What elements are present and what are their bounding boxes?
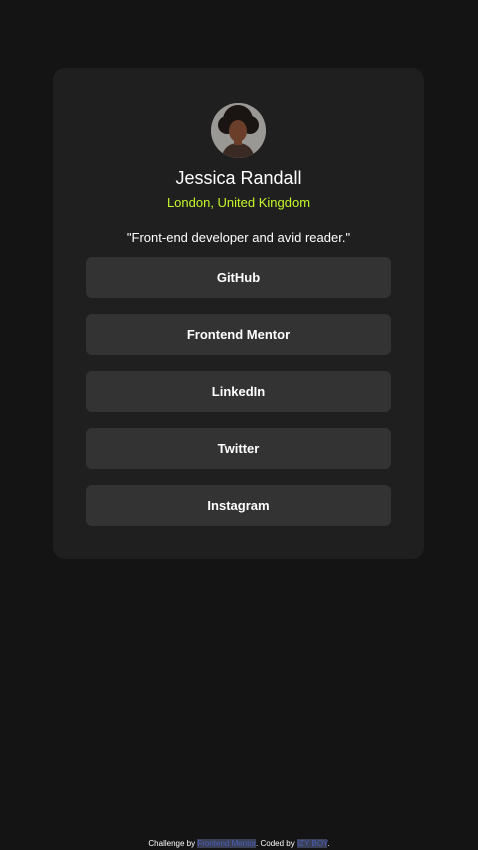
profile-bio: "Front-end developer and avid reader." — [126, 230, 351, 245]
frontend-mentor-attribution-link[interactable]: Frontend Mentor — [197, 839, 257, 848]
avatar-photo — [211, 103, 266, 158]
instagram-link-button[interactable]: Instagram — [86, 485, 391, 526]
github-link-button[interactable]: GitHub — [86, 257, 391, 298]
frontend-mentor-link-button[interactable]: Frontend Mentor — [86, 314, 391, 355]
avatar — [211, 103, 266, 158]
profile-name: Jessica Randall — [175, 168, 302, 188]
attribution-footer: Challenge by Frontend Mentor. Coded by I… — [0, 838, 478, 849]
twitter-link-button[interactable]: Twitter — [86, 428, 391, 469]
footer-middle: . Coded by — [256, 839, 297, 848]
profile-location: London, United Kingdom — [166, 195, 311, 210]
footer-prefix: Challenge by — [148, 839, 198, 848]
profile-card: Jessica Randall London, United Kingdom "… — [53, 68, 424, 559]
author-attribution-link[interactable]: IZY BOY — [296, 839, 328, 848]
footer-suffix: . — [327, 839, 330, 848]
linkedin-link-button[interactable]: LinkedIn — [86, 371, 391, 412]
social-links: GitHub Frontend Mentor LinkedIn Twitter … — [86, 257, 391, 542]
